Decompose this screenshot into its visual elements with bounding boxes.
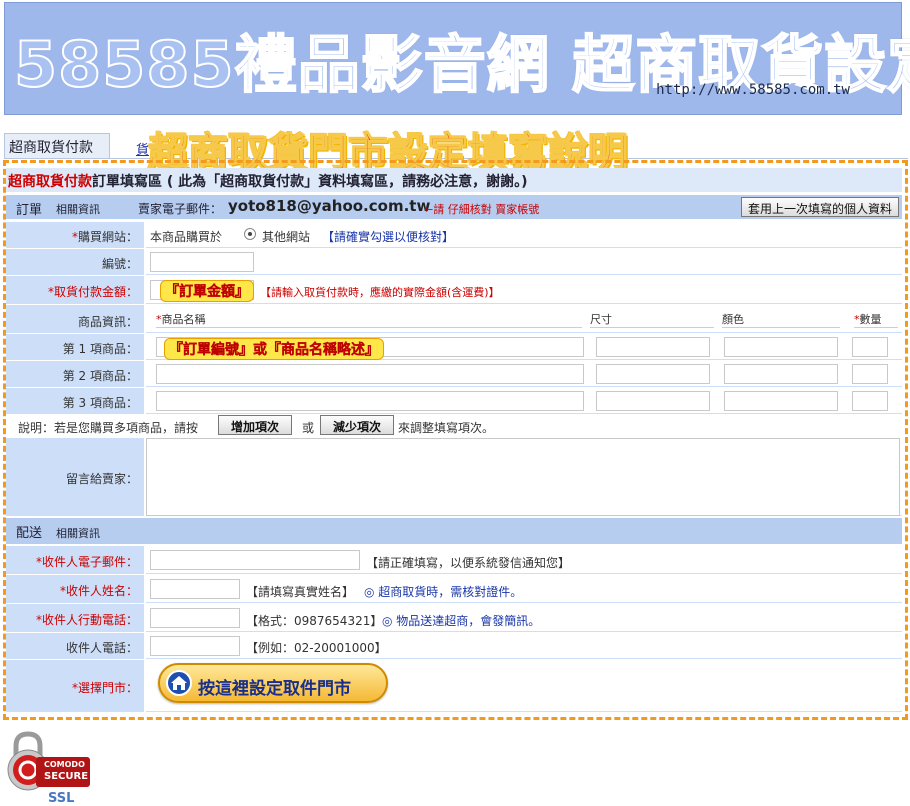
order-section-title: 訂單 [16,203,43,218]
item-1-label: 第 1 項商品： [6,334,144,360]
purchase-site-note: 【請確實勾選以便核對】 [322,230,455,244]
recipient-mobile-field: 【格式：0987654321】 ◎ 物品送達超商，會發簡訊。 [146,604,902,632]
recipient-name-input[interactable] [150,579,240,599]
recipient-mobile-input[interactable] [150,608,240,628]
explain-suffix: 來調整填寫項次。 [398,421,495,435]
select-store-button-label: 按這裡設定取件門市 [198,679,351,699]
recipient-mobile-note: 【格式：0987654321】 [246,614,383,628]
comodo-secure-badge[interactable]: COMODO SECURE [6,730,90,792]
item-3-name-input[interactable] [156,391,584,411]
item-1-size-input[interactable] [596,337,710,357]
seller-email-note: ←請 仔細核對 賣家帳號 [424,203,540,216]
cod-amount-field: 『訂單金額』 【請輸入取貨付款時，應繳的實際金額(含運費)】 [146,276,902,304]
serial-input[interactable] [150,252,254,272]
product-info-header-row: *商品名稱 尺寸 顏色 *數量 [146,305,902,333]
serial-label: 編號： [6,249,144,275]
form-title-text: 訂單填寫區 ( 此為「超商取貨付款」資料填寫區，請務必注意，謝謝。) [92,174,528,190]
form-title-red: 超商取貨付款 [8,174,92,190]
message-label: 留言給賣家： [6,438,144,516]
item-2-name-input[interactable] [156,364,584,384]
tab-cod-pickup[interactable]: 超商取貨付款 [4,133,110,159]
item-3-size-input[interactable] [596,391,710,411]
delivery-section-title: 配送 [16,526,43,541]
order-section-subtitle: 相關資訊 [56,203,100,216]
other-site-radio[interactable] [244,228,256,240]
quantity-header: *數量 [854,311,898,328]
recipient-mobile-note-blue: ◎ 物品送達超商，會發簡訊。 [382,614,541,628]
cod-amount-label: *取貨付款金額： [6,276,144,304]
remove-item-button[interactable]: 減少項次 [320,415,394,435]
recipient-name-note-blue: ◎ 超商取貨時，需核對證件。 [364,585,523,599]
store-label: *選擇門市： [6,660,144,712]
store-field: 按這裡設定取件門市 [146,660,902,712]
explain-prefix: 說明：若是您購買多項商品，請按 [18,421,199,435]
recipient-email-field: 【請正確填寫，以便系統發信通知您】 [146,546,902,574]
purchase-site-text: 本商品購買於 [150,230,223,244]
item-2-color-input[interactable] [724,364,838,384]
item-name-tag: 『訂單編號』或『商品名稱略述』 [164,338,384,360]
product-info-label: 商品資訊： [6,305,144,333]
recipient-email-label: *收件人電子郵件： [6,546,144,574]
product-name-header: *商品名稱 [156,311,582,328]
recipient-name-note: 【請填寫真實姓名】 [246,585,355,599]
item-2-row [146,361,902,387]
select-store-button[interactable]: 按這裡設定取件門市 [158,663,388,703]
item-3-qty-input[interactable] [852,391,888,411]
item-2-qty-input[interactable] [852,364,888,384]
seller-email-label: 賣家電子郵件： [138,202,223,216]
recipient-email-input[interactable] [150,550,360,570]
item-3-label: 第 3 項商品： [6,388,144,414]
seller-email: yoto818@yahoo.com.tw [228,197,431,215]
cod-amount-note: 【請輸入取貨付款時，應繳的實際金額(含運費)】 [260,286,500,299]
item-2-size-input[interactable] [596,364,710,384]
item-1-qty-input[interactable] [852,337,888,357]
comodo-secure: SECURE [44,771,89,782]
recipient-phone-field: 【例如：02-20001000】 [146,633,902,659]
order-section-header: 訂單 相關資訊 賣家電子郵件： yoto818@yahoo.com.tw ←請 … [6,195,902,219]
reuse-profile-button[interactable]: 套用上一次填寫的個人資料 [741,197,899,217]
item-3-color-input[interactable] [724,391,838,411]
recipient-phone-note: 【例如：02-20001000】 [246,641,387,655]
item-1-row: 『訂單編號』或『商品名稱略述』 [146,334,902,360]
item-explain-row: 說明：若是您購買多項商品，請按 增加項次 或 減少項次 來調整填寫項次。 [6,415,902,437]
explain-or: 或 [302,421,315,435]
other-site-option: 其他網站 [262,230,311,244]
message-textarea[interactable] [146,438,900,516]
item-3-row [146,388,902,414]
purchase-site-field: 本商品購買於 其他網站 【請確實勾選以便核對】 [146,222,902,248]
recipient-name-field: 【請填寫真實姓名】 ◎ 超商取貨時，需核對證件。 [146,575,902,603]
recipient-name-label: *收件人姓名： [6,575,144,603]
recipient-phone-label: 收件人電話： [6,633,144,659]
purchase-site-label: *購買網站： [6,222,144,248]
recipient-phone-input[interactable] [150,636,240,656]
cod-amount-tag: 『訂單金額』 [160,280,254,302]
color-header: 顏色 [722,311,840,328]
home-icon [166,670,192,696]
form-title-row: 超商取貨付款訂單填寫區 ( 此為「超商取貨付款」資料填寫區，請務必注意，謝謝。) [6,168,902,192]
comodo-brand: COMODO [44,760,85,769]
banner-url: http://www.58585.com.tw [656,82,850,98]
item-1-color-input[interactable] [724,337,838,357]
add-item-button[interactable]: 增加項次 [218,415,292,435]
recipient-email-note: 【請正確填寫，以便系統發信通知您】 [366,556,571,570]
item-2-label: 第 2 項商品： [6,361,144,387]
serial-field [146,249,902,275]
delivery-section-subtitle: 相關資訊 [56,527,100,540]
size-header: 尺寸 [590,311,714,328]
recipient-mobile-label: *收件人行動電話： [6,604,144,632]
message-field [146,438,902,516]
delivery-section-header: 配送 相關資訊 [6,518,902,544]
